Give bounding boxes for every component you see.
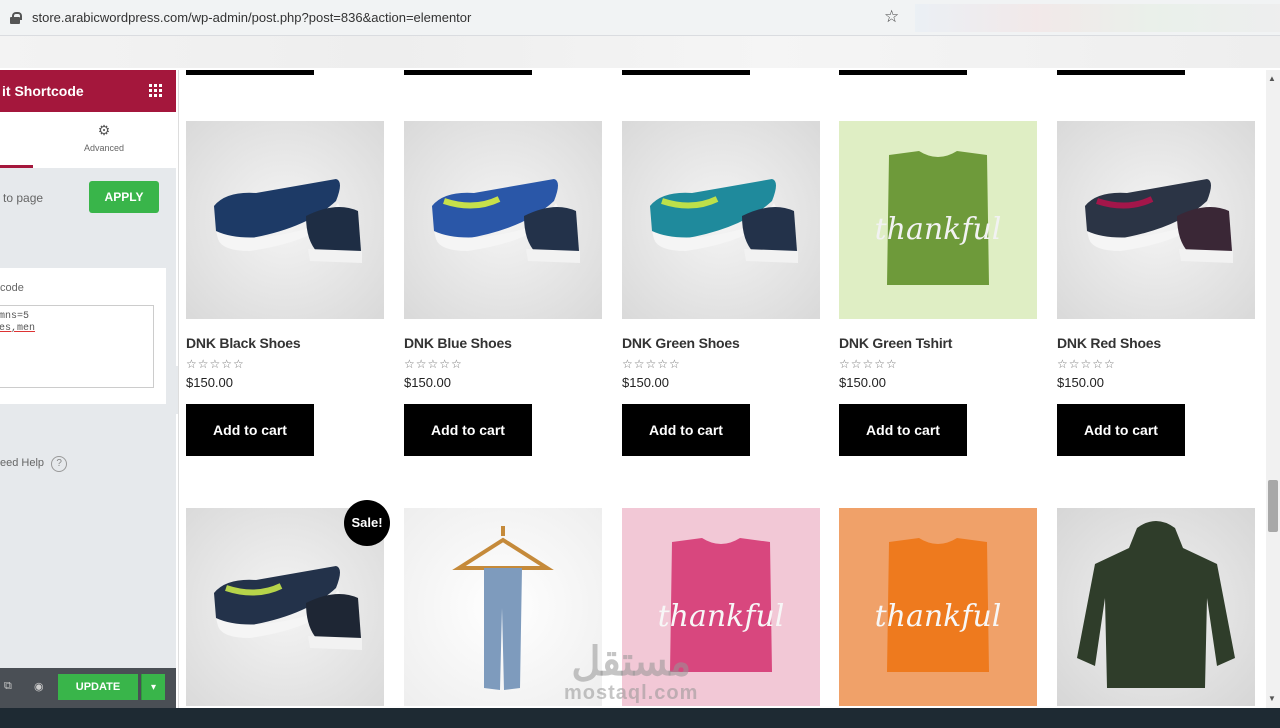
watermark-latin: mostaql.com (564, 682, 699, 704)
shortcode-label: code (0, 282, 24, 294)
update-button[interactable]: UPDATE (58, 674, 138, 700)
product-card: DNK Black Shoes ☆☆☆☆☆ $150.00 Add to car… (186, 121, 384, 456)
product-image[interactable] (1057, 121, 1255, 319)
product-image[interactable]: thankful (839, 121, 1037, 319)
star-rating: ☆☆☆☆☆ (404, 357, 463, 371)
tab-content[interactable] (0, 112, 33, 168)
hoodie-icon (1077, 521, 1235, 688)
product-price: $150.00 (1057, 375, 1104, 390)
add-to-cart-button[interactable]: Add to cart (404, 404, 532, 456)
shoe-icon (650, 179, 798, 263)
panel-header: it Shortcode (0, 70, 176, 112)
page-preview: DNK Black Shoes ☆☆☆☆☆ $150.00 Add to car… (178, 70, 1256, 708)
product-name[interactable]: DNK Black Shoes (186, 335, 384, 351)
product-name[interactable]: DNK Blue Shoes (404, 335, 602, 351)
shoe-icon (1085, 179, 1233, 263)
product-image[interactable] (404, 121, 602, 319)
watermark-arabic: مستقل (571, 640, 692, 684)
shortcode-line-1: mns=5 (0, 311, 30, 322)
product-image[interactable]: thankful (839, 508, 1037, 706)
product-price: $150.00 (622, 375, 669, 390)
shortcode-line-2: es,men (0, 323, 36, 334)
product-card: thankful DNK Green Tshirt ☆☆☆☆☆ $150.00 … (839, 121, 1037, 456)
svg-text:thankful: thankful (875, 599, 1002, 634)
product-price: $150.00 (404, 375, 451, 390)
url-text[interactable]: store.arabicwordpress.com/wp-admin/post.… (32, 10, 471, 25)
shortcode-textarea[interactable]: mns=5 es,men (0, 305, 154, 388)
product-card: DNK Green Shoes ☆☆☆☆☆ $150.00 Add to car… (622, 121, 820, 456)
scroll-down-arrow-icon[interactable]: ▼ (1268, 694, 1276, 703)
taskbar (0, 708, 1280, 728)
scroll-up-arrow-icon[interactable]: ▲ (1268, 74, 1276, 83)
cart-button-partial (839, 70, 967, 75)
add-to-cart-button[interactable]: Add to cart (1057, 404, 1185, 456)
product-price: $150.00 (186, 375, 233, 390)
star-rating: ☆☆☆☆☆ (622, 357, 681, 371)
scrollbar-thumb[interactable] (1268, 480, 1278, 532)
cart-button-partial (1057, 70, 1185, 75)
star-rating: ☆☆☆☆☆ (839, 357, 898, 371)
browser-address-bar[interactable]: store.arabicwordpress.com/wp-admin/post.… (0, 0, 1280, 36)
cart-button-partial (404, 70, 532, 75)
add-to-cart-button[interactable]: Add to cart (186, 404, 314, 456)
star-rating: ☆☆☆☆☆ (186, 357, 245, 371)
watermark: مستقل mostaql.com (564, 642, 698, 705)
cart-button-partial (622, 70, 750, 75)
widgets-grid-icon[interactable] (149, 84, 162, 97)
tshirt-icon: thankful (875, 538, 1002, 672)
cart-button-partial (186, 70, 314, 75)
tab-advanced[interactable]: ⚙ Advanced (66, 112, 142, 153)
product-name[interactable]: DNK Red Shoes (1057, 335, 1255, 351)
add-to-cart-button[interactable]: Add to cart (622, 404, 750, 456)
update-options-button[interactable]: ▾ (141, 674, 165, 700)
product-image[interactable] (622, 121, 820, 319)
svg-text:thankful: thankful (658, 599, 785, 634)
apply-button[interactable]: APPLY (89, 181, 159, 213)
sale-badge: Sale! (344, 500, 390, 546)
product-name[interactable]: DNK Green Shoes (622, 335, 820, 351)
product-card: thankful (839, 508, 1037, 706)
lock-icon (10, 12, 22, 24)
extensions-area (915, 4, 1280, 32)
product-card: DNK Blue Shoes ☆☆☆☆☆ $150.00 Add to cart (404, 121, 602, 456)
scrollbar[interactable] (1266, 70, 1280, 708)
apply-label: to page (3, 191, 44, 205)
panel-title: it Shortcode (2, 83, 84, 99)
bookmarks-bar (0, 36, 1280, 68)
product-image[interactable] (186, 121, 384, 319)
apply-row: to page APPLY (0, 168, 176, 224)
gear-icon: ⚙ (97, 122, 111, 138)
help-text: eed Help (0, 457, 45, 469)
add-to-cart-button[interactable]: Add to cart (839, 404, 967, 456)
product-price: $150.00 (839, 375, 886, 390)
preview-eye-icon[interactable]: ◉ (34, 680, 44, 693)
product-card: DNK Red Shoes ☆☆☆☆☆ $150.00 Add to cart (1057, 121, 1255, 456)
panel-tabs: ⚙ Advanced (0, 112, 176, 168)
tshirt-icon: thankful (875, 151, 1002, 285)
elementor-panel: it Shortcode ⚙ Advanced to page APPLY co… (0, 70, 176, 710)
product-card: Sale! (186, 500, 390, 706)
tab-advanced-label: Advanced (83, 143, 125, 153)
responsive-icon[interactable]: ⧉ (4, 680, 12, 693)
need-help-link[interactable]: eed Help ? (0, 456, 68, 472)
product-image[interactable] (1057, 508, 1255, 706)
svg-text:thankful: thankful (875, 212, 1002, 247)
bookmark-star-icon[interactable]: ☆ (884, 7, 899, 27)
product-card (1057, 508, 1255, 706)
shoe-icon (214, 179, 362, 263)
help-icon: ? (51, 456, 68, 472)
product-name[interactable]: DNK Green Tshirt (839, 335, 1037, 351)
panel-footer: ⧉ ◉ UPDATE ▾ (0, 668, 176, 710)
shoe-icon (432, 179, 580, 263)
star-rating: ☆☆☆☆☆ (1057, 357, 1116, 371)
